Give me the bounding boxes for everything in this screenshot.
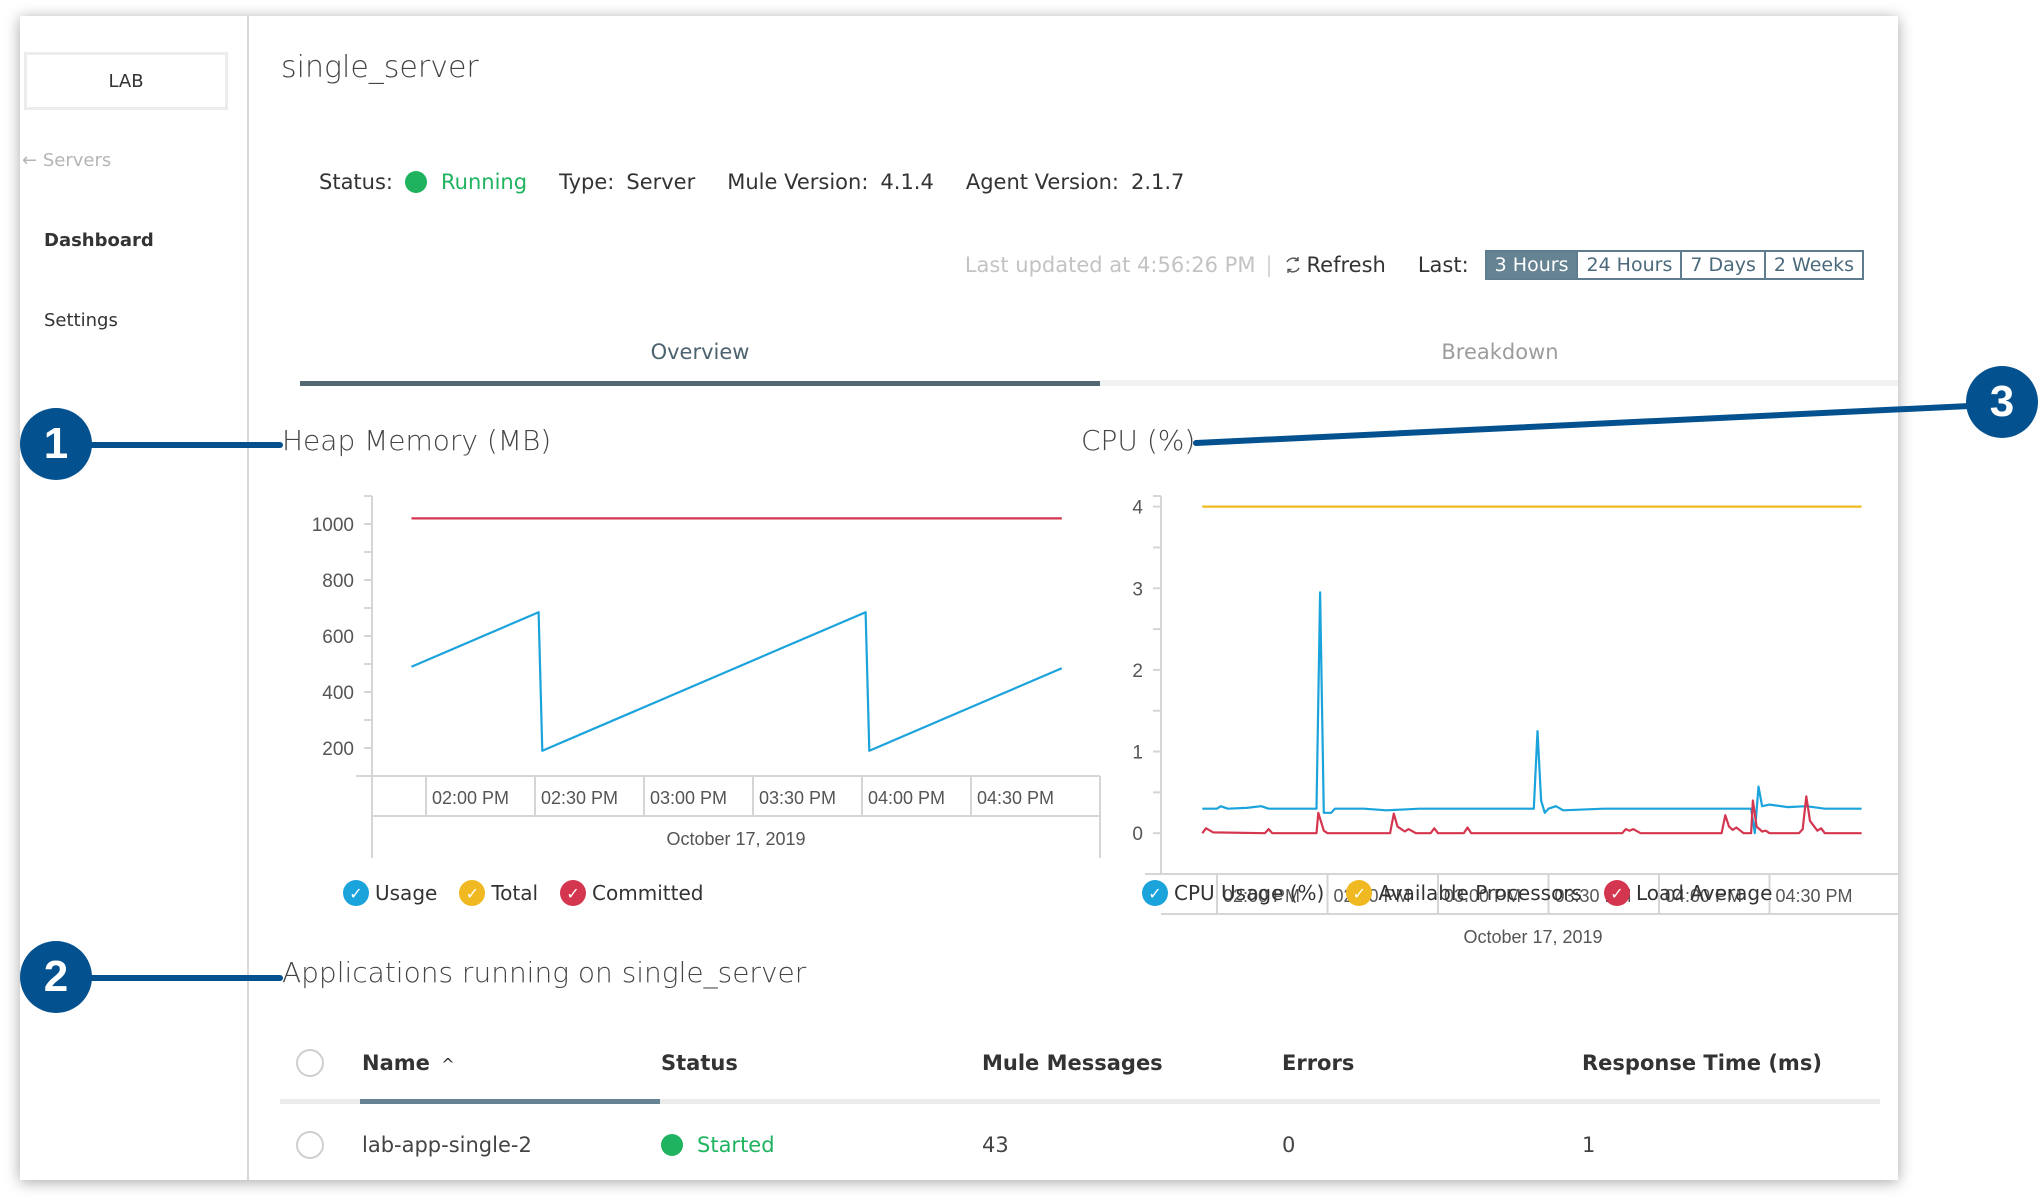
table-row[interactable]: lab-app-single-2 Started 43 0 1 xyxy=(280,1104,1880,1180)
y-tick-label: 3 xyxy=(1132,579,1143,600)
y-tick-label: 0 xyxy=(1132,824,1143,845)
check-icon: ✓ xyxy=(1603,880,1630,906)
legend-label: Usage xyxy=(375,881,438,905)
heap-legend: ✓ Usage ✓ Total ✓ Committed xyxy=(343,880,725,906)
cpu-legend: ✓ CPU Usage (%) ✓ Available Processors ✓… xyxy=(1142,880,1794,906)
applications-table: Name ^ Status Mule Messages Errors Respo… xyxy=(280,1022,1880,1180)
callout-number: 1 xyxy=(43,419,69,468)
callout-number: 2 xyxy=(43,952,69,1001)
legend-load-average[interactable]: ✓ Load Average xyxy=(1603,880,1773,906)
table-header: Name ^ Status Mule Messages Errors Respo… xyxy=(280,1022,1880,1104)
column-mule-messages[interactable]: Mule Messages xyxy=(982,1051,1163,1075)
callout-badge-3: 3 xyxy=(1966,366,2038,438)
app-status-label: Started xyxy=(697,1133,775,1157)
column-name-label: Name xyxy=(362,1051,430,1075)
app-response-time: 1 xyxy=(1582,1133,1596,1157)
app-errors: 0 xyxy=(1282,1133,1296,1157)
check-icon: ✓ xyxy=(459,880,486,906)
check-icon: ✓ xyxy=(1142,880,1168,906)
legend-label: Total xyxy=(491,881,539,905)
app-status: Started xyxy=(661,1133,775,1157)
callout-badge-1: 1 xyxy=(20,408,92,480)
legend-committed[interactable]: ✓ Committed xyxy=(560,880,703,906)
legend-label: Available Processors xyxy=(1378,881,1582,905)
series-line-cpu-usage xyxy=(1202,591,1862,835)
callout-badge-2: 2 xyxy=(20,941,92,1013)
legend-usage[interactable]: ✓ Usage xyxy=(343,880,437,906)
legend-cpu-usage[interactable]: ✓ CPU Usage (%) xyxy=(1142,880,1324,906)
cpu-chart: 0123402:00 PM 02:30 PM 03:00 PM 03:30 PM 04:… xyxy=(1132,495,1898,947)
check-icon: ✓ xyxy=(1346,880,1373,906)
sort-ascending-icon: ^ xyxy=(441,1055,455,1074)
column-status[interactable]: Status xyxy=(661,1051,738,1075)
column-errors[interactable]: Errors xyxy=(1282,1051,1354,1075)
app-window: LAB ← Servers Dashboard Settings single_… xyxy=(20,16,1898,1180)
select-all-radio[interactable] xyxy=(296,1049,324,1077)
legend-total[interactable]: ✓ Total xyxy=(459,880,538,906)
row-select-radio[interactable] xyxy=(296,1131,324,1159)
legend-label: Load Average xyxy=(1635,881,1773,905)
callout-number: 3 xyxy=(1989,377,2015,426)
series-line-load-average xyxy=(1201,795,1862,835)
legend-available-processors[interactable]: ✓ Available Processors xyxy=(1346,880,1582,906)
y-tick-label: 4 xyxy=(1132,498,1143,519)
y-tick-label: 1 xyxy=(1132,743,1143,764)
legend-label: CPU Usage (%) xyxy=(1174,881,1325,905)
app-name[interactable]: lab-app-single-2 xyxy=(362,1133,532,1157)
column-name[interactable]: Name ^ xyxy=(362,1051,455,1075)
applications-title: Applications running on single_server xyxy=(282,956,807,989)
x-axis-date-label: October 17, 2019 xyxy=(1463,927,1602,947)
check-icon: ✓ xyxy=(560,880,587,906)
status-indicator-icon xyxy=(661,1134,683,1156)
app-messages: 43 xyxy=(982,1133,1009,1157)
y-tick-label: 2 xyxy=(1132,661,1143,682)
check-icon: ✓ xyxy=(343,880,369,906)
legend-label: Committed xyxy=(592,881,704,905)
column-response-time[interactable]: Response Time (ms) xyxy=(1582,1051,1822,1075)
